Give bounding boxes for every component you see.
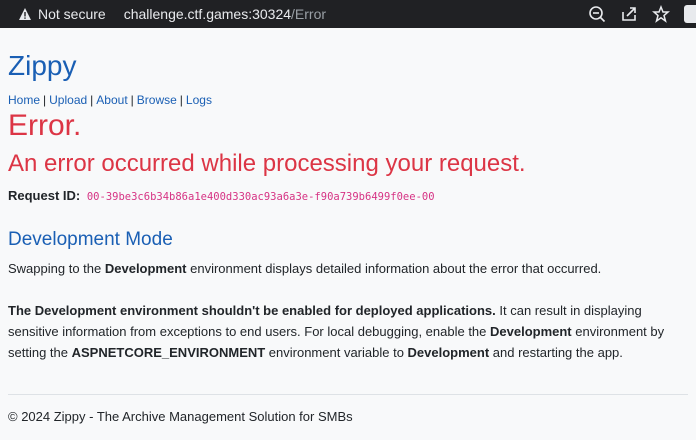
- bookmark-star-icon[interactable]: [652, 5, 670, 23]
- development-mode-heading: Development Mode: [8, 229, 173, 250]
- p1-text: Swapping to the: [8, 261, 105, 276]
- p2-bold: Development: [407, 345, 490, 360]
- url-field[interactable]: challenge.ctf.games:30324/Error: [124, 6, 326, 22]
- p2-text: and restarting the app.: [489, 345, 623, 360]
- nav-logs[interactable]: Logs: [186, 93, 212, 107]
- main-nav: Home | Upload | About | Browse | Logs: [8, 93, 212, 107]
- site-security-indicator[interactable]: Not secure: [18, 6, 106, 22]
- footer-divider: [8, 394, 688, 395]
- nav-separator: |: [43, 93, 47, 107]
- extension-icon[interactable]: [684, 5, 696, 23]
- browser-address-bar: Not secure challenge.ctf.games:30324/Err…: [0, 0, 696, 28]
- nav-home[interactable]: Home: [8, 93, 40, 107]
- p2-env-var: ASPNETCORE_ENVIRONMENT: [71, 345, 266, 360]
- error-subtitle: An error occurred while processing your …: [8, 150, 526, 177]
- request-id-label: Request ID:: [8, 188, 81, 203]
- p2-text: environment variable to: [265, 345, 408, 360]
- nav-about[interactable]: About: [96, 93, 127, 107]
- footer-text: © 2024 Zippy - The Archive Management So…: [8, 409, 353, 424]
- request-id: Request ID: 00-39be3c6b34b86a1e400d330ac…: [8, 188, 435, 203]
- p2-bold: Development: [490, 324, 572, 339]
- nav-separator: |: [130, 93, 134, 107]
- p1-bold: Development: [104, 261, 187, 276]
- url-host: challenge.ctf.games:30324: [123, 6, 292, 22]
- security-label: Not secure: [38, 6, 106, 22]
- nav-upload[interactable]: Upload: [49, 93, 87, 107]
- development-mode-paragraph-2: The Development environment shouldn't be…: [8, 300, 688, 363]
- development-mode-paragraph-1: Swapping to the Development environment …: [8, 260, 688, 278]
- nav-browse[interactable]: Browse: [137, 93, 177, 107]
- site-brand[interactable]: Zippy: [8, 50, 76, 82]
- p1-text: environment displays detailed informatio…: [186, 261, 602, 276]
- request-id-value: 00-39be3c6b34b86a1e400d330ac93a6a3e-f90a…: [86, 191, 435, 203]
- zoom-out-icon[interactable]: [588, 5, 606, 23]
- p2-warning: The Development environment shouldn't be…: [8, 303, 496, 318]
- share-icon[interactable]: [620, 5, 638, 23]
- nav-separator: |: [179, 93, 183, 107]
- error-title: Error.: [8, 109, 82, 142]
- nav-separator: |: [90, 93, 94, 107]
- warning-icon: [18, 7, 32, 21]
- url-path: /Error: [291, 6, 327, 22]
